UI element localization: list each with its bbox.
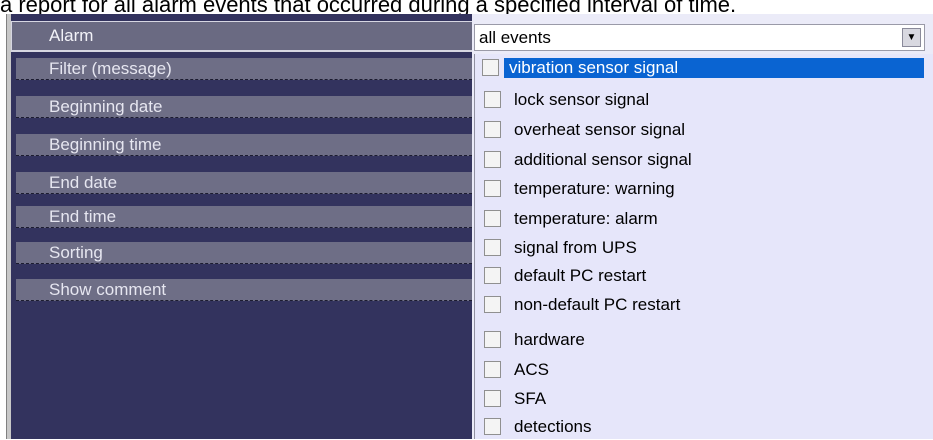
property-label: End time xyxy=(49,207,117,226)
checkbox[interactable] xyxy=(484,267,501,284)
checkbox[interactable] xyxy=(484,151,501,168)
dropdown-item-default-pc-restart[interactable]: default PC restart xyxy=(482,263,930,289)
property-label: Sorting xyxy=(49,243,103,262)
dropdown-item-label: overheat sensor signal xyxy=(514,120,686,139)
checkbox[interactable] xyxy=(484,296,501,313)
checkbox[interactable] xyxy=(484,91,501,108)
dropdown-item-label: ACS xyxy=(514,360,549,379)
checkbox[interactable] xyxy=(482,59,499,76)
checkbox[interactable] xyxy=(484,361,501,378)
dropdown-item-label: vibration sensor signal xyxy=(504,58,924,78)
chevron-down-icon[interactable]: ▼ xyxy=(902,28,921,47)
dropdown-item-lock-sensor-signal[interactable]: lock sensor signal xyxy=(482,87,930,113)
property-row-beginning-date[interactable]: Beginning date xyxy=(16,96,472,118)
dropdown-item-label: hardware xyxy=(514,330,585,349)
checkbox[interactable] xyxy=(484,418,501,435)
dropdown-item-label: temperature: warning xyxy=(514,179,675,198)
property-row-show-comment[interactable]: Show comment xyxy=(16,279,472,301)
dropdown-item-overheat-sensor-signal[interactable]: overheat sensor signal xyxy=(482,117,930,143)
property-row-sorting[interactable]: Sorting xyxy=(16,242,472,264)
dropdown-item-hardware[interactable]: hardware xyxy=(482,327,930,353)
checkbox[interactable] xyxy=(484,331,501,348)
dropdown-item-sfa[interactable]: SFA xyxy=(482,386,930,412)
dropdown-item-label: signal from UPS xyxy=(514,238,637,257)
property-label: Filter (message) xyxy=(49,59,172,78)
checkbox[interactable] xyxy=(484,239,501,256)
dropdown-item-label: default PC restart xyxy=(514,266,647,285)
property-label: Beginning date xyxy=(49,97,163,116)
alarm-select[interactable]: all events ▼ xyxy=(474,24,925,51)
dropdown-item-label: additional sensor signal xyxy=(514,150,692,169)
dropdown-item-non-default-pc-restart[interactable]: non-default PC restart xyxy=(482,292,930,318)
dropdown-item-signal-from-ups[interactable]: signal from UPS xyxy=(482,235,930,261)
dropdown-item-temperature-warning[interactable]: temperature: warning xyxy=(482,176,930,202)
dropdown-item-label: temperature: alarm xyxy=(514,209,658,228)
checkbox[interactable] xyxy=(484,390,501,407)
dropdown-item-label: detections xyxy=(514,417,592,436)
property-row-filter-message[interactable]: Filter (message) xyxy=(16,58,472,80)
property-row-end-time[interactable]: End time xyxy=(16,206,472,228)
property-row-beginning-time[interactable]: Beginning time xyxy=(16,134,472,156)
dropdown-item-detections[interactable]: detections xyxy=(482,414,930,440)
dropdown-item-acs[interactable]: ACS xyxy=(482,357,930,383)
dropdown-item-vibration-sensor-signal[interactable]: vibration sensor signal xyxy=(477,55,925,81)
checkbox[interactable] xyxy=(484,180,501,197)
property-row-alarm[interactable]: Alarm xyxy=(11,21,473,52)
checkbox[interactable] xyxy=(484,210,501,227)
property-label: Show comment xyxy=(49,280,167,299)
dropdown-item-label: non-default PC restart xyxy=(514,295,681,314)
dropdown-item-additional-sensor-signal[interactable]: additional sensor signal xyxy=(482,147,930,173)
property-row-end-date[interactable]: End date xyxy=(16,172,472,194)
dropdown-item-temperature-alarm[interactable]: temperature: alarm xyxy=(482,206,930,232)
property-label: Beginning time xyxy=(49,135,162,154)
checkbox[interactable] xyxy=(484,121,501,138)
dropdown-item-label: SFA xyxy=(514,389,547,408)
dropdown-item-label: lock sensor signal xyxy=(514,90,650,109)
property-label: End date xyxy=(49,173,118,192)
property-label: Alarm xyxy=(49,26,94,45)
alarm-select-value: all events xyxy=(479,28,551,47)
alarm-dropdown-list: vibration sensor signal lock sensor sign… xyxy=(474,54,933,439)
